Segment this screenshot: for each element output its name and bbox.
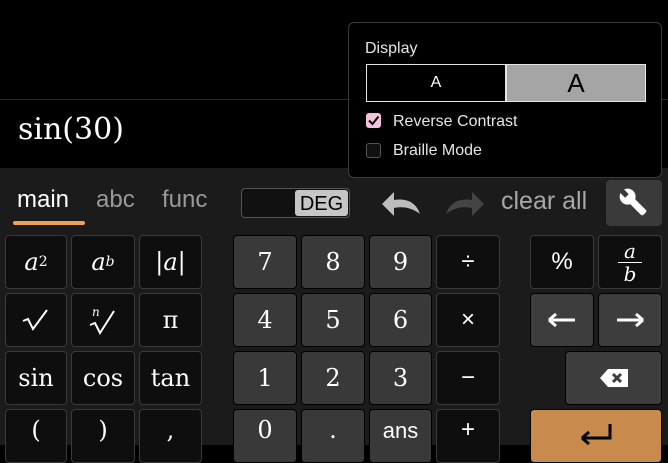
key-abs[interactable]: |a| bbox=[139, 235, 202, 289]
key-0[interactable]: 0 bbox=[233, 409, 297, 463]
key-nth-root[interactable]: n bbox=[71, 293, 135, 347]
wrench-icon bbox=[618, 187, 647, 216]
key-sqrt[interactable] bbox=[5, 293, 67, 347]
key-2[interactable]: 2 bbox=[301, 351, 365, 405]
undo-icon[interactable] bbox=[380, 190, 424, 223]
font-size-large-button[interactable]: A bbox=[506, 64, 646, 102]
key-1[interactable]: 1 bbox=[233, 351, 297, 405]
key-8[interactable]: 8 bbox=[301, 235, 365, 289]
checkmark-icon bbox=[368, 115, 380, 126]
key-enter[interactable] bbox=[530, 409, 662, 463]
key-ans[interactable]: ans bbox=[369, 409, 432, 463]
key-left-arrow[interactable] bbox=[530, 293, 594, 347]
enter-icon bbox=[581, 424, 612, 446]
expression-text[interactable]: sin(30) bbox=[18, 112, 124, 147]
tab-abc[interactable]: abc bbox=[96, 186, 135, 214]
nth-root-icon: n bbox=[89, 305, 115, 336]
key-fraction[interactable]: ab bbox=[598, 235, 662, 289]
key-decimal[interactable]: . bbox=[301, 409, 365, 463]
key-right-arrow[interactable] bbox=[598, 293, 662, 347]
left-arrow-icon bbox=[548, 312, 575, 328]
settings-button[interactable] bbox=[606, 180, 662, 226]
key-a-squared[interactable]: a2 bbox=[5, 235, 67, 289]
tab-func[interactable]: func bbox=[162, 186, 207, 214]
key-minus[interactable]: − bbox=[436, 351, 500, 405]
key-sin[interactable]: sin bbox=[5, 351, 67, 405]
font-size-small-button[interactable]: A bbox=[366, 64, 506, 102]
redo-icon[interactable] bbox=[442, 190, 486, 223]
braille-mode-checkbox[interactable] bbox=[366, 143, 381, 158]
angle-mode-label: DEG bbox=[295, 190, 348, 216]
display-heading: Display bbox=[365, 40, 418, 57]
key-percent[interactable]: % bbox=[530, 235, 594, 289]
key-5[interactable]: 5 bbox=[301, 293, 365, 347]
key-plus[interactable]: + bbox=[436, 409, 500, 463]
key-right-paren[interactable]: ) bbox=[71, 409, 135, 463]
key-7[interactable]: 7 bbox=[233, 235, 297, 289]
backspace-icon bbox=[599, 369, 628, 387]
right-arrow-icon bbox=[617, 312, 644, 328]
key-comma[interactable]: , bbox=[139, 409, 202, 463]
reverse-contrast-label[interactable]: Reverse Contrast bbox=[393, 113, 518, 131]
active-tab-indicator bbox=[13, 221, 85, 225]
braille-mode-label[interactable]: Braille Mode bbox=[393, 142, 482, 160]
key-cos[interactable]: cos bbox=[71, 351, 135, 405]
key-left-paren[interactable]: ( bbox=[5, 409, 67, 463]
key-divide[interactable]: ÷ bbox=[436, 235, 500, 289]
key-6[interactable]: 6 bbox=[369, 293, 432, 347]
key-3[interactable]: 3 bbox=[369, 351, 432, 405]
tab-main[interactable]: main bbox=[17, 186, 69, 214]
sqrt-icon bbox=[22, 309, 48, 331]
key-a-power-b[interactable]: ab bbox=[71, 235, 135, 289]
clear-all-button[interactable]: clear all bbox=[501, 187, 587, 216]
key-tan[interactable]: tan bbox=[139, 351, 202, 405]
key-times[interactable]: × bbox=[436, 293, 500, 347]
key-backspace[interactable] bbox=[565, 351, 662, 405]
key-9[interactable]: 9 bbox=[369, 235, 432, 289]
reverse-contrast-checkbox[interactable] bbox=[366, 113, 381, 128]
key-pi[interactable]: π bbox=[139, 293, 202, 347]
svg-text:n: n bbox=[92, 305, 100, 319]
key-4[interactable]: 4 bbox=[233, 293, 297, 347]
